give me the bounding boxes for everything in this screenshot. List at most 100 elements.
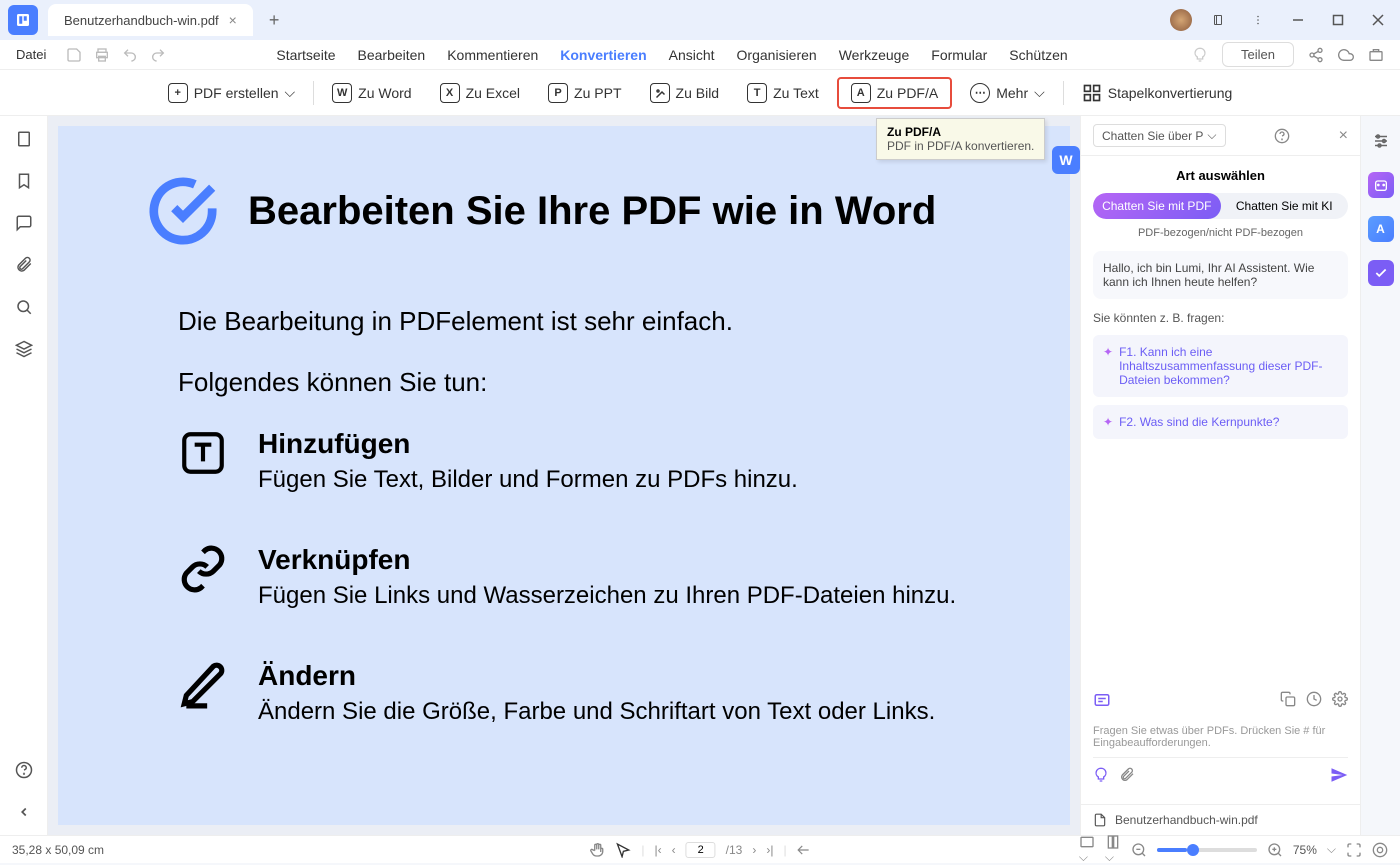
notes-icon[interactable] [1204,6,1232,34]
ppt-icon: P [548,83,568,103]
view-mode-icon[interactable]: ⌵ [1105,834,1121,865]
menu-kommentieren[interactable]: Kommentieren [447,47,538,63]
doc-section-verknuepfen: Verknüpfen Fügen Sie Links und Wasserzei… [178,544,980,610]
chat-tab-pdf[interactable]: Chatten Sie mit PDF [1093,193,1221,219]
plus-doc-icon: + [168,83,188,103]
share-button[interactable]: Teilen [1222,42,1294,67]
cloud-icon[interactable] [1338,47,1354,63]
zu-pdfa-button[interactable]: AZu PDF/A [837,77,952,109]
sliders-icon[interactable] [1368,128,1394,154]
stapel-button[interactable]: Stapelkonvertierung [1072,79,1243,107]
fullscreen-icon[interactable] [1346,842,1362,858]
panel-title: Art auswählen [1093,168,1348,183]
box-icon[interactable] [1368,47,1384,63]
settings-icon[interactable] [1332,691,1348,709]
menu-werkzeuge[interactable]: Werkzeuge [839,47,910,63]
collapse-icon[interactable] [13,801,35,823]
fit-width-icon[interactable]: ⌵ [1079,834,1095,865]
zoom-out-icon[interactable] [1131,842,1147,858]
zu-bild-button[interactable]: Zu Bild [640,79,730,107]
check-shield-icon[interactable] [1368,260,1394,286]
bookmarks-icon[interactable] [13,170,35,192]
menubar: Datei Startseite Bearbeiten Kommentieren… [0,40,1400,70]
help-icon[interactable] [13,759,35,781]
share-network-icon[interactable] [1308,47,1324,63]
print-icon[interactable] [94,47,110,63]
lightbulb-icon[interactable] [1192,47,1208,63]
tooltip-desc: PDF in PDF/A konvertieren. [887,139,1034,153]
select-tool-icon[interactable] [615,842,631,858]
panel-file-indicator[interactable]: Benutzerhandbuch-win.pdf [1081,804,1360,835]
menu-konvertieren[interactable]: Konvertieren [560,47,646,63]
close-button[interactable] [1364,6,1392,34]
zu-ppt-button[interactable]: PZu PPT [538,79,631,107]
help-circle-icon[interactable] [1274,128,1290,144]
document-page: W Bearbeiten Sie Ihre PDF wie in Word Di… [58,126,1070,825]
zu-text-button[interactable]: TZu Text [737,79,829,107]
tab-title: Benutzerhandbuch-win.pdf [64,13,219,28]
text-icon: T [747,83,767,103]
read-mode-icon[interactable] [1372,842,1388,858]
add-tab-button[interactable]: + [261,6,288,35]
redo-icon[interactable] [150,47,166,63]
chevron-down-icon: ⌵ [1207,128,1216,143]
prev-page-icon[interactable]: ‹ [672,843,676,857]
suggest-title: Sie könnten z. B. fragen: [1093,311,1348,325]
titlebar: Benutzerhandbuch-win.pdf × + [0,0,1400,40]
layers-icon[interactable] [13,338,35,360]
first-page-icon[interactable]: |‹ [655,843,662,857]
maximize-button[interactable] [1324,6,1352,34]
chat-tab-ki[interactable]: Chatten Sie mit KI [1221,193,1349,219]
zu-word-button[interactable]: WZu Word [322,79,421,107]
next-page-icon[interactable]: › [752,843,756,857]
panel-close-icon[interactable]: × [1339,127,1348,145]
zu-excel-button[interactable]: XZu Excel [430,79,530,107]
panel-mode-dropdown[interactable]: Chatten Sie über P ⌵ [1093,124,1226,147]
chat-icon[interactable] [1093,691,1111,709]
pdf-erstellen-button[interactable]: + PDF erstellen ⌵ [158,79,305,107]
minimize-button[interactable] [1284,6,1312,34]
menu-organisieren[interactable]: Organisieren [737,47,817,63]
search-sidebar-icon[interactable] [13,296,35,318]
hand-tool-icon[interactable] [589,842,605,858]
attach-icon[interactable] [1119,767,1135,783]
suggestion-2[interactable]: ✦F2. Was sind die Kernpunkte? [1093,405,1348,439]
zoom-level[interactable]: 75% [1293,843,1317,857]
undo-icon[interactable] [122,47,138,63]
attachments-icon[interactable] [13,254,35,276]
menu-startseite[interactable]: Startseite [276,47,335,63]
menu-schuetzen[interactable]: Schützen [1009,47,1067,63]
suggestion-1[interactable]: ✦F1. Kann ich eine Inhaltszusammenfassun… [1093,335,1348,397]
zoom-in-icon[interactable] [1267,842,1283,858]
nav-icon[interactable] [797,843,811,857]
page-dimensions: 35,28 x 50,09 cm [12,843,104,857]
history-icon[interactable] [1306,691,1322,709]
send-icon[interactable] [1330,766,1348,784]
comments-icon[interactable] [13,212,35,234]
more-icon[interactable] [1244,6,1272,34]
file-menu[interactable]: Datei [16,47,46,62]
ai-robot-icon[interactable] [1368,172,1394,198]
chevron-down-icon[interactable]: ⌵ [1327,842,1336,857]
last-page-icon[interactable]: ›| [766,843,773,857]
translate-icon[interactable]: A [1368,216,1394,242]
menu-bearbeiten[interactable]: Bearbeiten [358,47,426,63]
mehr-button[interactable]: ⋯Mehr⌵ [960,79,1055,107]
menu-ansicht[interactable]: Ansicht [669,47,715,63]
tab-close-icon[interactable]: × [229,12,237,28]
total-pages: /13 [726,843,743,857]
tooltip: Zu PDF/A PDF in PDF/A konvertieren. [876,118,1045,160]
save-icon[interactable] [66,47,82,63]
left-sidebar [0,116,48,835]
thumbnails-icon[interactable] [13,128,35,150]
bulb-icon[interactable] [1093,767,1109,783]
document-area[interactable]: W Bearbeiten Sie Ihre PDF wie in Word Di… [48,116,1080,835]
link-icon [178,544,228,594]
page-number-input[interactable] [686,842,716,858]
tooltip-title: Zu PDF/A [887,125,1034,139]
zoom-slider[interactable] [1157,848,1257,852]
copy-icon[interactable] [1280,691,1296,709]
menu-formular[interactable]: Formular [931,47,987,63]
document-tab[interactable]: Benutzerhandbuch-win.pdf × [48,4,253,36]
user-avatar[interactable] [1170,9,1192,31]
